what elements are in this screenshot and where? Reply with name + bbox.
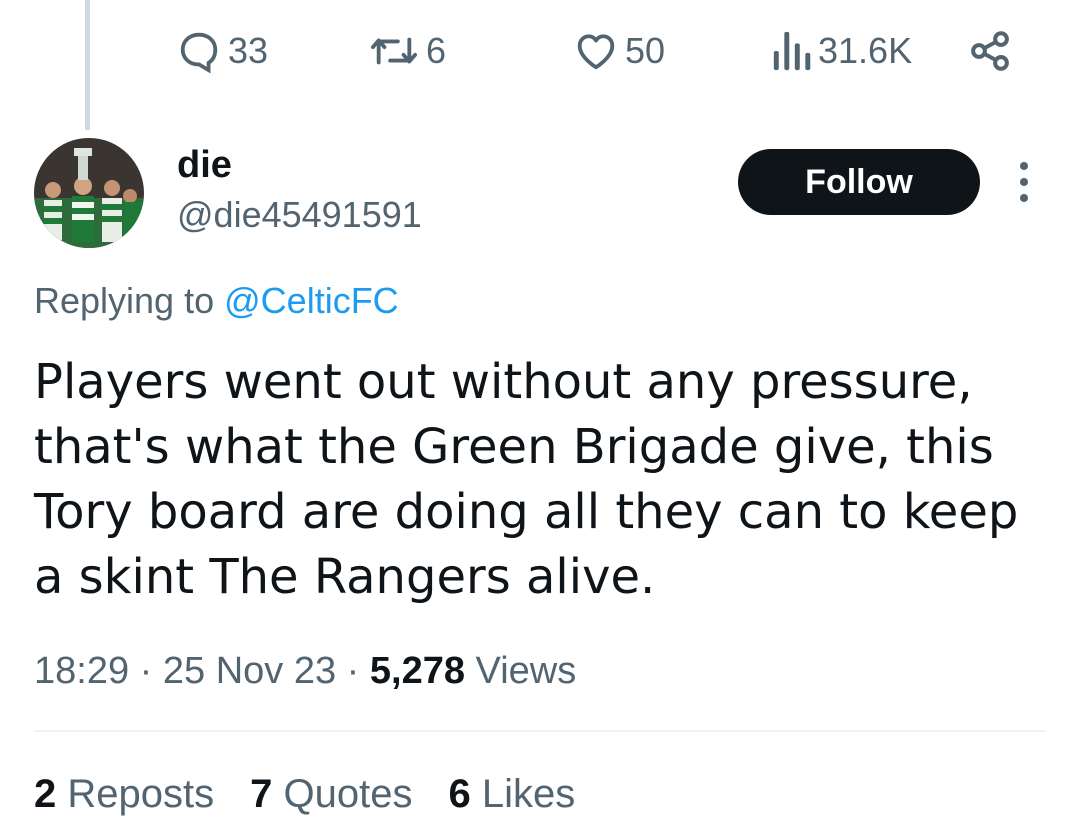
replying-to: Replying to @CelticFC	[34, 280, 399, 322]
reposts-count: 2	[34, 772, 57, 816]
avatar[interactable]	[34, 138, 144, 248]
more-vertical-icon[interactable]	[1012, 162, 1036, 202]
reply-action[interactable]: 33	[176, 28, 268, 74]
tweet-views-label: Views	[475, 650, 577, 692]
reposts-label: Reposts	[67, 772, 215, 816]
follow-button[interactable]: Follow	[738, 149, 980, 215]
bar-chart-icon	[770, 28, 812, 74]
repost-action[interactable]: 6	[368, 28, 446, 74]
repost-arrows-icon	[368, 28, 420, 74]
author-handle[interactable]: @die45491591	[177, 194, 422, 236]
reply-count: 33	[228, 30, 269, 71]
quotes-label: Quotes	[283, 772, 413, 816]
more-dot	[1020, 194, 1028, 202]
meta-separator: ·	[346, 650, 360, 692]
share-icon	[968, 28, 1012, 74]
repost-count: 6	[426, 30, 447, 71]
tweet-meta: 18:29 · 25 Nov 23 · 5,278 Views	[34, 650, 576, 693]
tweet-date[interactable]: 25 Nov 23	[163, 650, 336, 692]
more-dot	[1020, 162, 1028, 170]
like-action[interactable]: 50	[573, 28, 665, 74]
meta-separator: ·	[139, 650, 153, 692]
tweet-text: Players went out without any pressure, t…	[34, 354, 1019, 605]
comment-bubble-icon	[176, 28, 222, 74]
mention-link[interactable]: @CelticFC	[224, 280, 399, 321]
author-name[interactable]: die	[177, 144, 232, 187]
views-action[interactable]: 31.6K	[770, 28, 912, 74]
views-count: 31.6K	[818, 30, 913, 71]
reposts-stat[interactable]: 2 Reposts	[34, 772, 214, 817]
quotes-count: 7	[250, 772, 273, 816]
share-action[interactable]	[968, 28, 1012, 74]
more-dot	[1020, 178, 1028, 186]
heart-icon	[573, 28, 619, 74]
thread-connector-line	[85, 0, 90, 130]
divider	[34, 730, 1046, 732]
tweet-time[interactable]: 18:29	[34, 650, 129, 692]
like-count: 50	[625, 30, 666, 71]
replying-to-label: Replying to	[34, 280, 215, 321]
likes-label: Likes	[481, 772, 576, 816]
engagement-stats: 2 Reposts 7 Quotes 6 Likes	[34, 772, 611, 817]
likes-count: 6	[448, 772, 471, 816]
tweet-views-count: 5,278	[369, 650, 465, 692]
tweet-detail: 33 6 50 31.6K die @die45491591 Follow Re…	[0, 0, 1080, 840]
likes-stat[interactable]: 6 Likes	[448, 772, 575, 817]
quotes-stat[interactable]: 7 Quotes	[250, 772, 412, 817]
